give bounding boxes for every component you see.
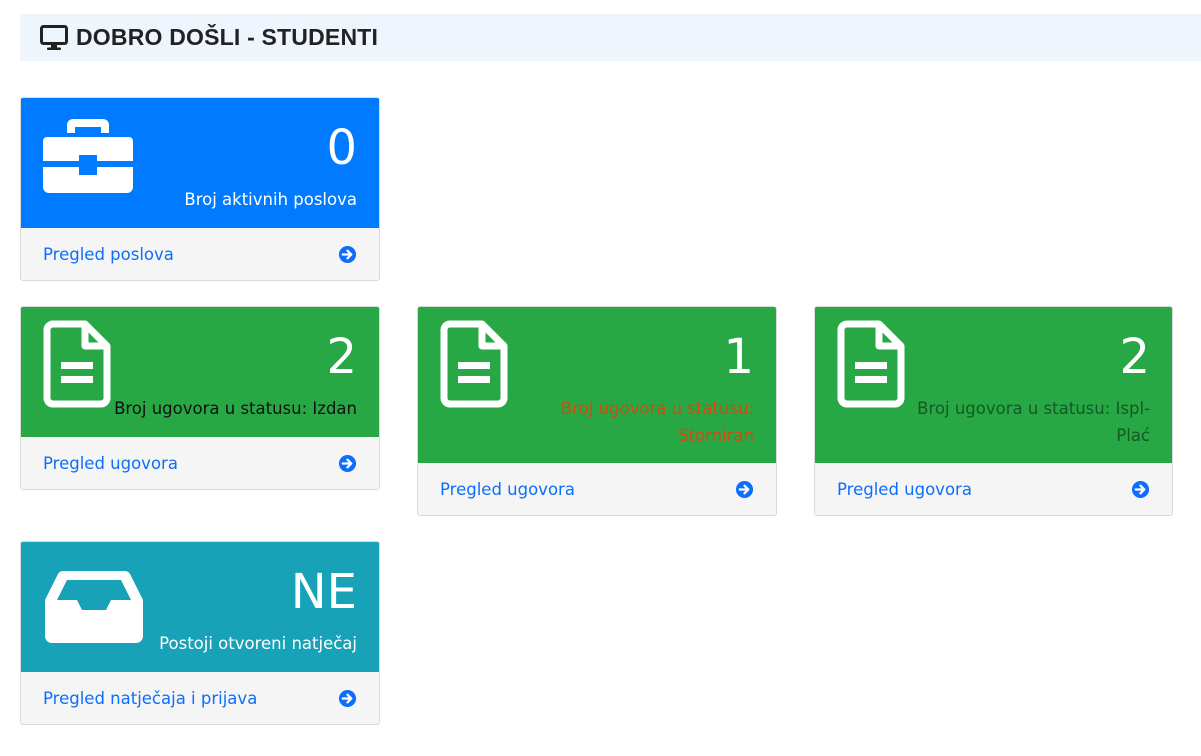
arrow-circle-right-icon	[735, 480, 754, 498]
contracts-paid-label-line1: Broj ugovora u statusu: Ispl-	[917, 399, 1150, 418]
view-contracts-link-text: Pregled ugovora	[837, 479, 972, 499]
open-competition-card: NE Postoji otvoreni natječaj Pregled nat…	[20, 541, 380, 725]
arrow-circle-right-icon	[338, 689, 357, 707]
active-jobs-label: Broj aktivnih poslova	[184, 190, 357, 209]
page-header: DOBRO DOŠLI - STUDENTI	[20, 14, 1201, 61]
contracts-issued-count: 2	[326, 329, 357, 385]
contracts-paid-card: 2 Broj ugovora u statusu: Ispl- Plać Pre…	[814, 306, 1173, 516]
page-title: DOBRO DOŠLI - STUDENTI	[76, 24, 379, 50]
view-contracts-link[interactable]: Pregled ugovora	[21, 437, 379, 489]
active-jobs-count: 0	[326, 120, 357, 176]
contracts-issued-panel: 2 Broj ugovora u statusu: Izdan	[21, 307, 379, 437]
arrow-circle-right-icon	[338, 245, 357, 263]
view-jobs-link[interactable]: Pregled poslova	[21, 228, 379, 280]
view-contracts-link-text: Pregled ugovora	[43, 453, 178, 473]
open-competition-status: NE	[290, 564, 357, 620]
briefcase-icon	[43, 119, 133, 193]
view-jobs-link-text: Pregled poslova	[43, 244, 174, 264]
contracts-cancelled-label-line2: Storniran	[678, 426, 754, 445]
contracts-issued-card: 2 Broj ugovora u statusu: Izdan Pregled …	[20, 306, 380, 490]
document-icon	[440, 320, 508, 408]
contracts-paid-label-line2: Plać	[1116, 426, 1150, 445]
contracts-cancelled-card: 1 Broj ugovora u statusu: Storniran Preg…	[417, 306, 777, 516]
contracts-issued-label: Broj ugovora u statusu: Izdan	[114, 399, 357, 418]
contracts-paid-count: 2	[1119, 329, 1150, 385]
view-competitions-link[interactable]: Pregled natječaja i prijava	[21, 672, 379, 724]
contracts-cancelled-count: 1	[723, 329, 754, 385]
view-contracts-link[interactable]: Pregled ugovora	[815, 463, 1172, 515]
document-icon	[43, 320, 111, 408]
contracts-cancelled-label-line1: Broj ugovora u statusu:	[560, 399, 754, 418]
contracts-cancelled-panel: 1 Broj ugovora u statusu: Storniran	[418, 307, 776, 463]
active-jobs-panel: 0 Broj aktivnih poslova	[21, 98, 379, 228]
document-icon	[837, 320, 905, 408]
view-competitions-link-text: Pregled natječaja i prijava	[43, 688, 258, 708]
view-contracts-link-text: Pregled ugovora	[440, 479, 575, 499]
contracts-paid-panel: 2 Broj ugovora u statusu: Ispl- Plać	[815, 307, 1172, 463]
monitor-icon	[40, 24, 68, 50]
inbox-icon	[45, 571, 143, 643]
view-contracts-link[interactable]: Pregled ugovora	[418, 463, 776, 515]
arrow-circle-right-icon	[1131, 480, 1150, 498]
open-competition-label: Postoji otvoreni natječaj	[159, 634, 357, 653]
active-jobs-card: 0 Broj aktivnih poslova Pregled poslova	[20, 97, 380, 281]
open-competition-panel: NE Postoji otvoreni natječaj	[21, 542, 379, 672]
arrow-circle-right-icon	[338, 454, 357, 472]
